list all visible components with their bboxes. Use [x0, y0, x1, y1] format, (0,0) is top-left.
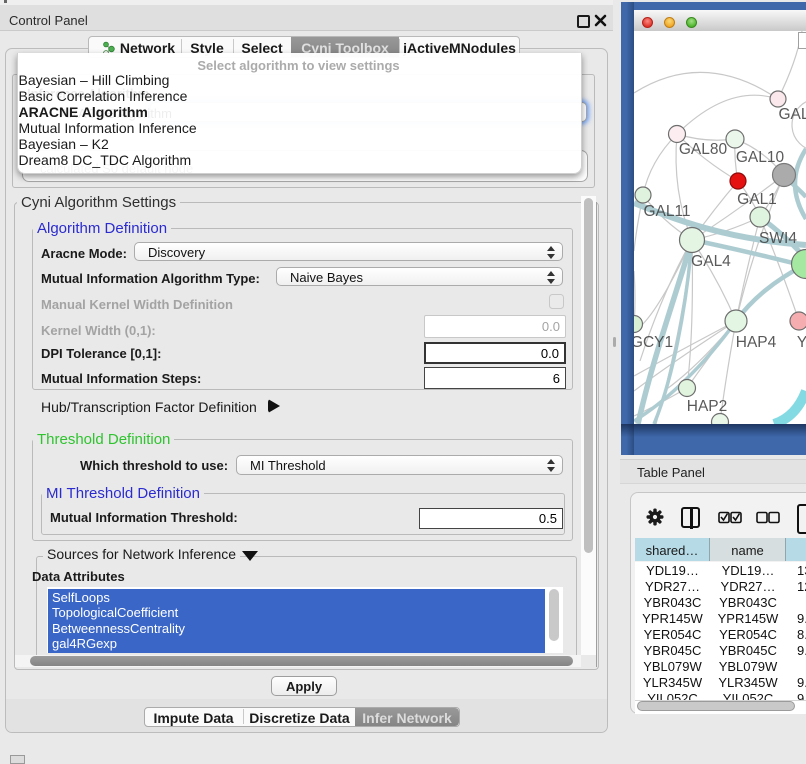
svg-text:GCY1: GCY1 [634, 334, 673, 351]
svg-text:GAL1: GAL1 [737, 191, 777, 208]
svg-text:GAL: GAL [778, 106, 806, 123]
svg-text:GAL4: GAL4 [691, 253, 731, 270]
svg-text:HAP4: HAP4 [736, 334, 777, 351]
svg-text:GAL11: GAL11 [643, 203, 690, 220]
svg-text:GAL10: GAL10 [736, 149, 785, 166]
svg-text:Y: Y [797, 334, 806, 351]
svg-text:HAP2: HAP2 [687, 398, 728, 415]
svg-text:GAL80: GAL80 [679, 141, 728, 158]
svg-text:SWI4: SWI4 [759, 230, 797, 247]
